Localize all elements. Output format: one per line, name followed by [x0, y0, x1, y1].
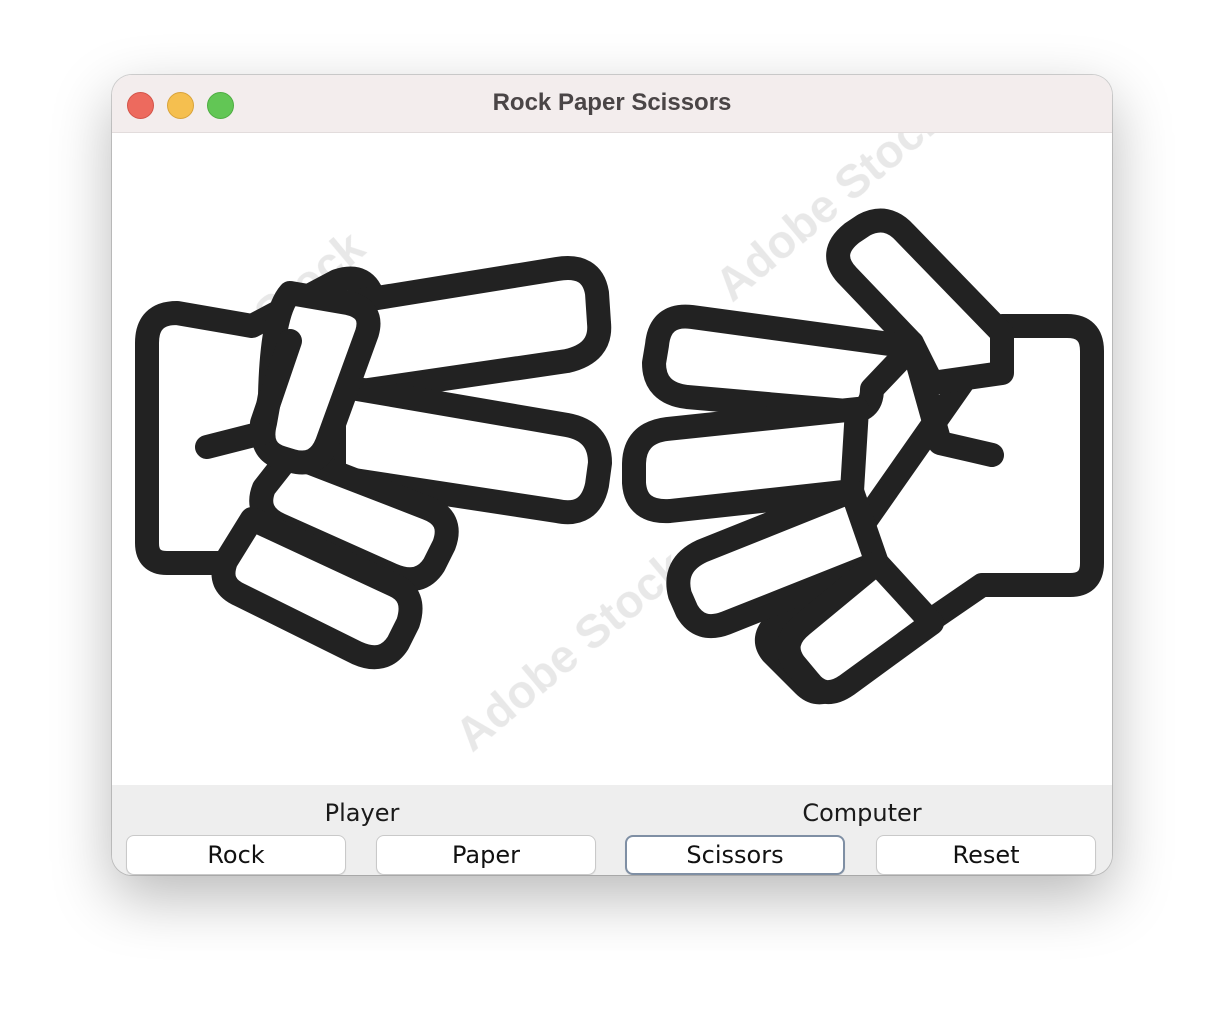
rock-button[interactable]: Rock: [126, 835, 346, 875]
paper-hand-icon: [622, 208, 1104, 705]
window-title: Rock Paper Scissors: [492, 89, 732, 116]
app-window: Rock Paper Scissors Adobe Stock Adobe St…: [112, 75, 1112, 875]
player-label: Player: [324, 799, 400, 827]
paper-button[interactable]: Paper: [376, 835, 596, 875]
computer-label: Computer: [802, 799, 922, 827]
title-bar[interactable]: Rock Paper Scissors: [112, 75, 1112, 133]
svg-text:Adobe Stock: Adobe Stock: [445, 540, 694, 761]
reset-button[interactable]: Reset: [876, 835, 1096, 875]
hands-image: Adobe Stock Adobe Stock Adobe Stock Adob…: [112, 133, 1112, 785]
controls-panel: Player Computer Rock Paper Scissors Rese…: [112, 785, 1112, 875]
scissors-button[interactable]: Scissors: [625, 835, 845, 875]
scissors-hand-icon: [135, 256, 612, 670]
